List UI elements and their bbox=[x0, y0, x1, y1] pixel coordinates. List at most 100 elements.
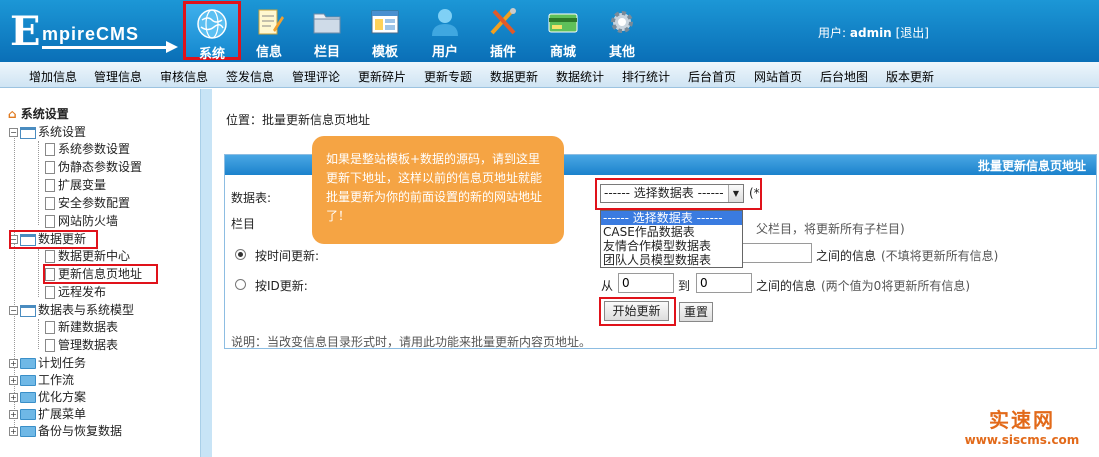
nav-user[interactable]: 用户 bbox=[416, 2, 474, 60]
submenu-item[interactable]: 网站首页 bbox=[754, 68, 802, 85]
dropdown-option[interactable]: CASE作品数据表 bbox=[601, 225, 742, 239]
chevron-down-icon[interactable]: ▼ bbox=[728, 185, 743, 202]
nav-plugin[interactable]: 插件 bbox=[474, 2, 532, 60]
empirecms-logo: E mpireCMS bbox=[8, 8, 178, 55]
table-select[interactable]: ------ 选择数据表 ------ ▼ bbox=[600, 184, 744, 203]
column-hint: 父栏目，将更新所有子栏目) bbox=[756, 222, 905, 236]
submenu-item[interactable]: 管理信息 bbox=[94, 68, 142, 85]
submenu-item[interactable]: 管理评论 bbox=[292, 68, 340, 85]
time-hint-prefix: 之间的信息 bbox=[816, 249, 877, 263]
tree-item[interactable]: 网站防火墙 bbox=[45, 213, 118, 229]
submenu-item[interactable]: 后台首页 bbox=[688, 68, 736, 85]
tree-group-scheduled-tasks[interactable]: + 计划任务 bbox=[9, 355, 86, 371]
expand-icon[interactable]: + bbox=[9, 393, 18, 402]
sidebar-tree: ⌂ 系统设置 − 系统设置 系统参数设置 伪静态参数设置 扩展变量 安全参数配置 … bbox=[0, 89, 200, 457]
submenu-item[interactable]: 审核信息 bbox=[160, 68, 208, 85]
reset-button[interactable]: 重置 bbox=[679, 302, 713, 322]
id-update-radio[interactable] bbox=[235, 279, 246, 290]
tree-group-backup[interactable]: + 备份与恢复数据 bbox=[9, 423, 122, 439]
nav-other[interactable]: 其他 bbox=[593, 2, 651, 60]
expand-icon[interactable]: + bbox=[9, 427, 18, 436]
submenu-item[interactable]: 排行统计 bbox=[622, 68, 670, 85]
expand-icon[interactable]: + bbox=[9, 359, 18, 368]
tree-item[interactable]: 数据更新中心 bbox=[45, 248, 130, 264]
collapse-icon[interactable]: − bbox=[9, 128, 18, 137]
page-icon bbox=[45, 250, 55, 263]
nav-shop[interactable]: 商城 bbox=[534, 2, 592, 60]
submenu-item[interactable]: 更新专题 bbox=[424, 68, 472, 85]
nav-system[interactable]: 系统 bbox=[183, 1, 241, 62]
nav-template[interactable]: 模板 bbox=[356, 2, 414, 60]
nav-info[interactable]: 信息 bbox=[240, 2, 298, 60]
tree-group-workflow[interactable]: + 工作流 bbox=[9, 372, 74, 388]
submenu-item[interactable]: 数据更新 bbox=[490, 68, 538, 85]
dropdown-option[interactable]: ------ 选择数据表 ------ bbox=[601, 211, 742, 225]
tree-root[interactable]: ⌂ 系统设置 bbox=[8, 106, 69, 122]
dropdown-option[interactable]: 团队人员模型数据表 bbox=[601, 253, 742, 267]
start-id-input[interactable] bbox=[618, 273, 674, 293]
table-dropdown-list: ------ 选择数据表 ------ CASE作品数据表 友情合作模型数据表 … bbox=[600, 210, 743, 268]
tree-item[interactable]: 系统参数设置 bbox=[45, 141, 130, 157]
watermark-url: www.siscms.com bbox=[964, 433, 1080, 447]
folder-icon bbox=[20, 358, 36, 369]
logo-initial: E bbox=[10, 8, 41, 55]
from-label: 从 bbox=[601, 279, 614, 293]
submenu-item[interactable]: 数据统计 bbox=[556, 68, 604, 85]
tree-group-optimization[interactable]: + 优化方案 bbox=[9, 389, 86, 405]
tree-item-label: 远程发布 bbox=[58, 285, 107, 299]
page-icon bbox=[45, 197, 55, 210]
id-hint: (两个值为0将更新所有信息) bbox=[821, 279, 970, 293]
expand-icon[interactable]: + bbox=[9, 376, 18, 385]
tree-group-label: 优化方案 bbox=[38, 390, 87, 404]
collapse-icon[interactable]: − bbox=[9, 306, 18, 315]
tree-line bbox=[38, 141, 39, 225]
tree-item[interactable]: 管理数据表 bbox=[45, 337, 118, 353]
submenu-item[interactable]: 签发信息 bbox=[226, 68, 274, 85]
annotation-bubble: 如果是整站模板+数据的源码，请到这里更新下地址，这样以前的信息页地址就能批量更新… bbox=[312, 136, 564, 244]
submenu-item[interactable]: 增加信息 bbox=[29, 68, 77, 85]
tree-item[interactable]: 安全参数配置 bbox=[45, 195, 130, 211]
collapse-icon[interactable]: − bbox=[9, 235, 18, 244]
page-icon bbox=[45, 321, 55, 334]
tree-item-label: 安全参数配置 bbox=[58, 196, 131, 210]
panel-title: 批量更新信息页地址 bbox=[977, 159, 1086, 173]
user-icon bbox=[429, 6, 461, 38]
sidebar-divider[interactable] bbox=[200, 89, 212, 457]
submenu-item[interactable]: 更新碎片 bbox=[358, 68, 406, 85]
end-id-input[interactable] bbox=[696, 273, 752, 293]
logout-link[interactable]: [退出] bbox=[896, 26, 929, 40]
select-value: ------ 选择数据表 ------ bbox=[604, 186, 724, 200]
tree-item-update-info-url[interactable]: 更新信息页地址 bbox=[45, 266, 142, 282]
panel-icon bbox=[20, 304, 36, 317]
tree-item[interactable]: 新建数据表 bbox=[45, 319, 118, 335]
start-update-button[interactable]: 开始更新 bbox=[604, 301, 669, 321]
expand-icon[interactable]: + bbox=[9, 410, 18, 419]
submenu-item[interactable]: 版本更新 bbox=[886, 68, 934, 85]
tree-group-data-update[interactable]: − 数据更新 bbox=[9, 231, 86, 247]
logo-arrow-head bbox=[166, 41, 178, 53]
tree-item-label: 扩展变量 bbox=[58, 178, 107, 192]
page-icon bbox=[45, 179, 55, 192]
nav-label: 用户 bbox=[431, 45, 458, 60]
user-prefix: 用户: bbox=[818, 26, 847, 40]
tools-icon bbox=[487, 6, 519, 38]
tree-item-label: 网站防火墙 bbox=[58, 214, 119, 228]
tree-group-extend-menu[interactable]: + 扩展菜单 bbox=[9, 406, 86, 422]
usage-note: 说明：当改变信息目录形式时，请用此功能来批量更新内容页地址。 bbox=[231, 335, 592, 349]
tree-item[interactable]: 伪静态参数设置 bbox=[45, 159, 142, 175]
column-label: 栏目 bbox=[231, 217, 256, 231]
table-label: 数据表: bbox=[231, 191, 272, 205]
tree-item[interactable]: 远程发布 bbox=[45, 284, 106, 300]
time-update-radio[interactable] bbox=[235, 249, 246, 260]
gear-icon bbox=[606, 6, 638, 38]
tree-group-tables-models[interactable]: − 数据表与系统模型 bbox=[9, 302, 134, 318]
dropdown-option[interactable]: 友情合作模型数据表 bbox=[601, 239, 742, 253]
nav-label: 系统 bbox=[198, 47, 225, 62]
tree-item[interactable]: 扩展变量 bbox=[45, 177, 106, 193]
submenu-item[interactable]: 后台地图 bbox=[820, 68, 868, 85]
tree-group-system-settings[interactable]: − 系统设置 bbox=[9, 124, 86, 140]
tree-group-label: 扩展菜单 bbox=[38, 407, 87, 421]
tree-item-label: 新建数据表 bbox=[58, 320, 119, 334]
nav-label: 栏目 bbox=[313, 45, 340, 60]
nav-column[interactable]: 栏目 bbox=[298, 2, 356, 60]
